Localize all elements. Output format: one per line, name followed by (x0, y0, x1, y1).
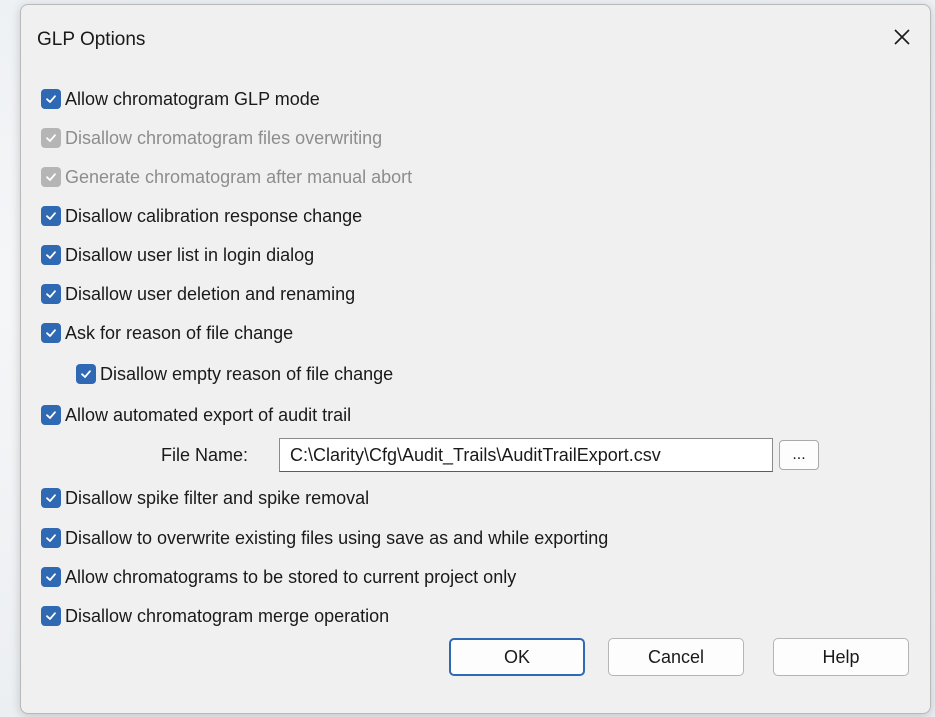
checkbox-checked[interactable] (41, 488, 61, 508)
checkmark-icon (46, 251, 56, 259)
checkbox-checked[interactable] (41, 405, 61, 425)
option-label: Generate chromatogram after manual abort (65, 166, 413, 187)
checkbox-checked[interactable] (41, 245, 61, 265)
checkmark-icon (46, 494, 56, 502)
file-name-row: File Name: ... (161, 437, 819, 473)
checkbox-checked[interactable] (41, 528, 61, 548)
option-label: Disallow calibration response change (65, 205, 363, 226)
option-label: Disallow chromatogram files overwriting (65, 127, 383, 148)
checkmark-icon (81, 370, 91, 378)
option-label: Disallow chromatogram merge operation (65, 605, 390, 626)
checkbox-disabled (41, 128, 61, 148)
checkmark-icon (46, 534, 56, 542)
option-label: Disallow to overwrite existing files usi… (65, 527, 609, 548)
file-name-input[interactable] (279, 438, 773, 472)
checkmark-icon (46, 134, 56, 142)
checkmark-icon (46, 329, 56, 337)
option-label: Disallow user list in login dialog (65, 244, 315, 265)
option-disallow-overwrite-existing-files[interactable]: Disallow to overwrite existing files usi… (41, 526, 608, 550)
option-disallow-user-list-in-login-dialog[interactable]: Disallow user list in login dialog (41, 243, 314, 267)
option-disallow-user-deletion-and-renaming[interactable]: Disallow user deletion and renaming (41, 282, 355, 306)
option-disallow-empty-reason-of-file-change[interactable]: Disallow empty reason of file change (76, 362, 393, 386)
option-disallow-chromatogram-files-overwriting: Disallow chromatogram files overwriting (41, 126, 382, 150)
checkmark-icon (46, 573, 56, 581)
option-allow-chromatogram-glp-mode[interactable]: Allow chromatogram GLP mode (41, 87, 320, 111)
checkmark-icon (46, 411, 56, 419)
close-icon (894, 29, 910, 45)
browse-button[interactable]: ... (779, 440, 819, 470)
checkbox-checked[interactable] (41, 89, 61, 109)
option-generate-chromatogram-after-manual-abort: Generate chromatogram after manual abort (41, 165, 412, 189)
checkbox-checked[interactable] (41, 206, 61, 226)
close-button[interactable] (884, 19, 920, 55)
title-bar: GLP Options (21, 5, 930, 71)
checkbox-checked[interactable] (41, 284, 61, 304)
cancel-button[interactable]: Cancel (608, 638, 744, 676)
checkbox-checked[interactable] (76, 364, 96, 384)
dialog-title: GLP Options (37, 29, 146, 50)
checkbox-disabled (41, 167, 61, 187)
checkmark-icon (46, 212, 56, 220)
checkmark-icon (46, 612, 56, 620)
option-label: Allow chromatogram GLP mode (65, 88, 320, 109)
option-label: Allow automated export of audit trail (65, 404, 352, 425)
glp-options-dialog: GLP Options Allow chromatogram GLP mode … (20, 4, 931, 714)
option-allow-chromatograms-current-project-only[interactable]: Allow chromatograms to be stored to curr… (41, 565, 516, 589)
option-label: Ask for reason of file change (65, 322, 294, 343)
option-label: Disallow spike filter and spike removal (65, 487, 370, 508)
option-ask-for-reason-of-file-change[interactable]: Ask for reason of file change (41, 321, 293, 345)
checkbox-checked[interactable] (41, 606, 61, 626)
option-label: Disallow user deletion and renaming (65, 283, 356, 304)
checkmark-icon (46, 95, 56, 103)
option-label: Disallow empty reason of file change (100, 363, 394, 384)
file-name-label: File Name: (161, 444, 249, 465)
option-allow-automated-export-of-audit-trail[interactable]: Allow automated export of audit trail (41, 403, 351, 427)
checkmark-icon (46, 290, 56, 298)
option-disallow-spike-filter-and-spike-removal[interactable]: Disallow spike filter and spike removal (41, 486, 369, 510)
ok-button[interactable]: OK (449, 638, 585, 676)
help-button[interactable]: Help (773, 638, 909, 676)
checkbox-checked[interactable] (41, 567, 61, 587)
option-disallow-chromatogram-merge-operation[interactable]: Disallow chromatogram merge operation (41, 604, 389, 628)
option-disallow-calibration-response-change[interactable]: Disallow calibration response change (41, 204, 362, 228)
checkmark-icon (46, 173, 56, 181)
checkbox-checked[interactable] (41, 323, 61, 343)
option-label: Allow chromatograms to be stored to curr… (65, 566, 517, 587)
